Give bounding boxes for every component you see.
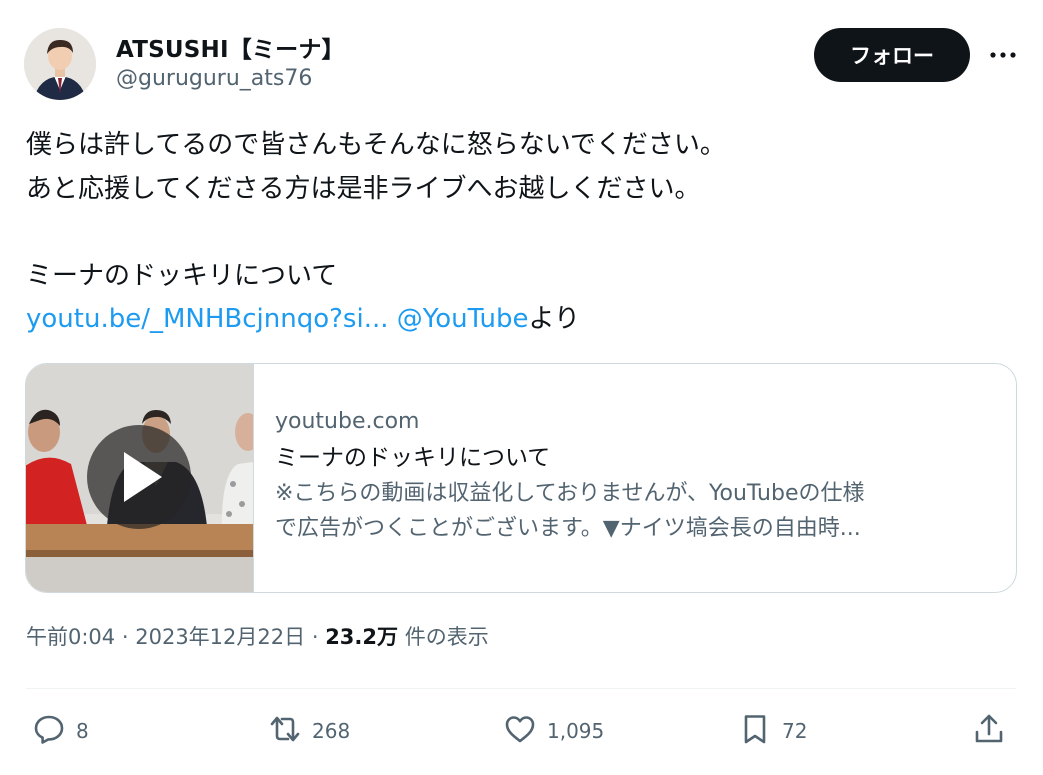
tweet-link-line: youtu.be/_MNHBcjnnqo?si... @YouTubeより <box>26 298 1016 342</box>
repost-button[interactable]: 268 <box>268 708 350 754</box>
meta-separator: · <box>121 625 129 649</box>
share-icon <box>972 712 1006 750</box>
display-name[interactable]: ATSUSHI【ミーナ】 <box>116 30 345 64</box>
follow-button[interactable]: フォロー <box>814 28 970 82</box>
youtube-link[interactable]: youtu.be/_MNHBcjnnqo?si... <box>26 304 389 334</box>
avatar-image <box>24 28 96 100</box>
repost-icon <box>268 712 302 750</box>
video-thumbnail <box>26 364 254 592</box>
tweet-time[interactable]: 午前0:04 <box>26 625 115 649</box>
play-icon[interactable] <box>87 425 191 529</box>
like-icon <box>503 712 537 750</box>
avatar[interactable] <box>24 28 96 100</box>
meta-separator: · <box>311 625 319 649</box>
divider <box>26 688 1016 689</box>
reply-count: 8 <box>76 719 89 743</box>
tweet-text: 僕らは許してるので皆さんもそんなに怒らないでください。 あと応援してくださる方は… <box>26 124 1016 342</box>
bookmark-count: 72 <box>782 719 808 743</box>
link-card[interactable]: youtube.com ミーナのドッキリについて ※こちらの動画は収益化しており… <box>25 363 1017 593</box>
view-count: 23.2万 <box>325 625 399 649</box>
bookmark-icon <box>738 712 772 750</box>
mention-link[interactable]: @YouTube <box>397 304 529 334</box>
tweet-line: 僕らは許してるので皆さんもそんなに怒らないでください。 <box>26 130 726 160</box>
tweet-date[interactable]: 2023年12月22日 <box>135 625 305 649</box>
share-button[interactable] <box>972 708 1006 754</box>
mention-suffix: より <box>528 304 580 334</box>
like-button[interactable]: 1,095 <box>503 708 604 754</box>
reply-button[interactable]: 8 <box>32 708 89 754</box>
more-icon[interactable] <box>988 40 1018 70</box>
card-info: youtube.com ミーナのドッキリについて ※こちらの動画は収益化しており… <box>275 404 995 546</box>
bookmark-button[interactable]: 72 <box>738 708 807 754</box>
like-count: 1,095 <box>547 719 605 743</box>
view-label: 件の表示 <box>404 625 489 649</box>
tweet-line: ミーナのドッキリについて <box>26 260 338 291</box>
repost-count: 268 <box>312 719 351 743</box>
user-handle[interactable]: @guruguru_ats76 <box>116 66 312 91</box>
card-description-line: ※こちらの動画は収益化しておりませんが、YouTubeの仕様 <box>275 481 865 506</box>
card-domain: youtube.com <box>275 409 420 434</box>
card-description-line: で広告がつくことがございます。▼ナイツ塙会長の自由時... <box>275 516 861 541</box>
tweet-line: あと応援してくださる方は是非ライブへお越しください。 <box>26 173 701 204</box>
action-bar: 8 268 1,095 72 <box>0 708 1043 754</box>
tweet-meta: 午前0:04 · 2023年12月22日 · 23.2万 件の表示 <box>26 621 489 651</box>
card-title: ミーナのドッキリについて <box>275 445 551 471</box>
reply-icon <box>32 712 66 750</box>
